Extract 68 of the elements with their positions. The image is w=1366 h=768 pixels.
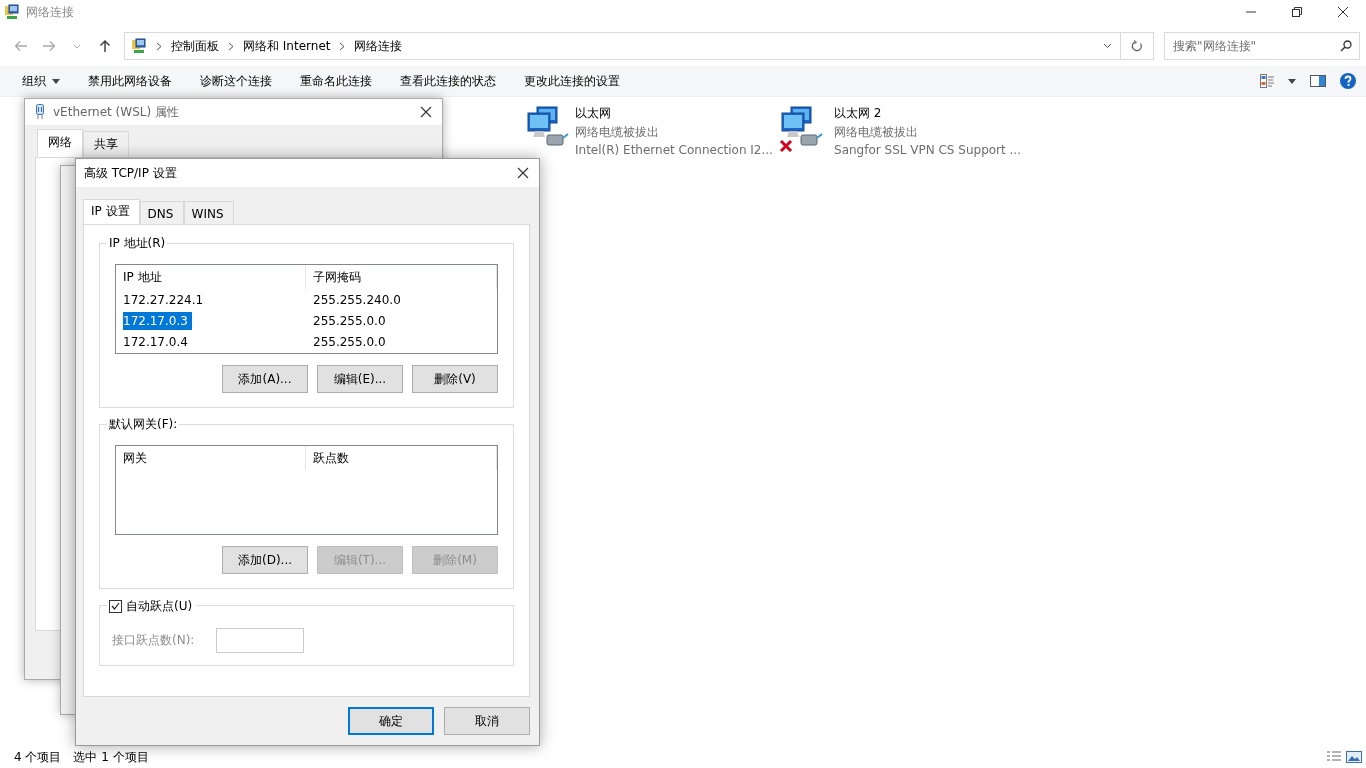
network-computers-icon[interactable] [779,105,823,149]
group-label: IP 地址(R) [107,235,168,251]
ok-button[interactable]: 确定 [348,707,434,735]
close-icon[interactable] [420,106,432,118]
toolbar-button[interactable]: 查看此连接的状态 [386,68,510,94]
restore-icon[interactable] [1291,6,1303,18]
help-icon[interactable] [1340,73,1356,89]
breadcrumb-item[interactable]: 网络和 Internet [243,37,331,55]
group-label: 默认网关(F): [107,416,180,432]
list-box[interactable]: IP 地址 子网掩码 172.27.224.1 255.255.240.0 172.17.0.3 255.255.0.0 172.17.0.4 255.255.0.0 [115,264,498,354]
checkmark-icon [111,602,120,610]
table-cell[interactable]: 255.255.240.0 [313,290,403,309]
tab[interactable]: DNS [139,201,184,225]
dialog-title: 高级 TCP/IP 设置 [84,164,178,182]
network-folder-icon [131,38,147,54]
caret-icon[interactable] [1288,78,1296,84]
search-icon[interactable] [1340,40,1352,52]
breadcrumb-item[interactable]: 控制面板 [171,37,219,55]
dropdown-caret-icon[interactable] [1102,43,1112,49]
toolbar-button[interactable]: 禁用此网络设备 [74,68,186,94]
close-icon[interactable] [1337,6,1349,18]
view-options-icon[interactable] [1260,74,1274,88]
table-cell[interactable]: 172.27.224.1 [123,290,206,309]
connection-device: Intel(R) Ethernet Connection I2... [575,143,773,157]
breadcrumb-item[interactable]: 网络连接 [354,37,403,55]
connection-status: 网络电缆被拔出 [834,124,919,141]
preview-pane-icon[interactable] [1310,75,1326,87]
table-cell[interactable]: 172.17.0.3 [123,311,192,330]
tab[interactable]: IP 设置 [83,199,140,225]
chevron-icon [156,41,162,51]
refresh-icon[interactable] [1131,40,1143,52]
large-icons-view-icon[interactable] [1346,750,1362,764]
column-header[interactable]: IP 地址 [116,265,306,289]
button[interactable]: 删除(V) [412,365,498,393]
up-arrow-icon[interactable] [97,38,113,54]
table-cell[interactable]: 172.17.0.4 [123,332,190,351]
chevron-icon [228,41,234,51]
connection-device: Sangfor SSL VPN CS Support ... [834,143,1021,157]
connection-name: 以太网 2 [834,105,883,122]
table-cell[interactable]: 255.255.0.0 [313,332,388,351]
network-computers-icon[interactable] [525,105,569,149]
network-adapter-icon [35,104,45,120]
connection-name: 以太网 [575,105,612,122]
toolbar-button[interactable]: 重命名此连接 [286,68,386,94]
column-header[interactable]: 子网掩码 [305,265,497,289]
table-cell[interactable]: 255.255.0.0 [313,311,388,330]
toolbar-button[interactable]: 组织 [8,68,74,94]
toolbar-button[interactable]: 更改此连接的设置 [510,68,634,94]
item-count: 4 个项目 [14,748,62,766]
tab[interactable]: 共享 [83,131,129,157]
checkbox[interactable] [109,599,122,613]
close-icon[interactable] [517,167,529,179]
network-folder-icon [4,4,20,20]
cancel-button[interactable]: 取消 [444,707,530,735]
chevron-icon [339,41,346,51]
selection-count: 选中 1 个项目 [73,748,149,766]
caret-icon[interactable] [52,78,60,84]
field-label: 接口跃点数(N): [112,632,195,649]
address-bar[interactable]: 控制面板 网络和 Internet 网络连接 [124,32,1154,60]
button[interactable]: 添加(A)... [222,365,308,393]
button[interactable]: 编辑(E)... [317,365,403,393]
tab[interactable]: WINS [183,201,234,225]
toolbar-button[interactable]: 诊断这个连接 [186,68,286,94]
window-title: 网络连接 [26,3,75,21]
tab[interactable]: 网络 [37,129,83,157]
search-field[interactable]: 搜索"网络连接" [1164,32,1360,60]
connection-status: 网络电缆被拔出 [575,124,660,141]
dialog-title: vEthernet (WSL) 属性 [53,103,180,121]
